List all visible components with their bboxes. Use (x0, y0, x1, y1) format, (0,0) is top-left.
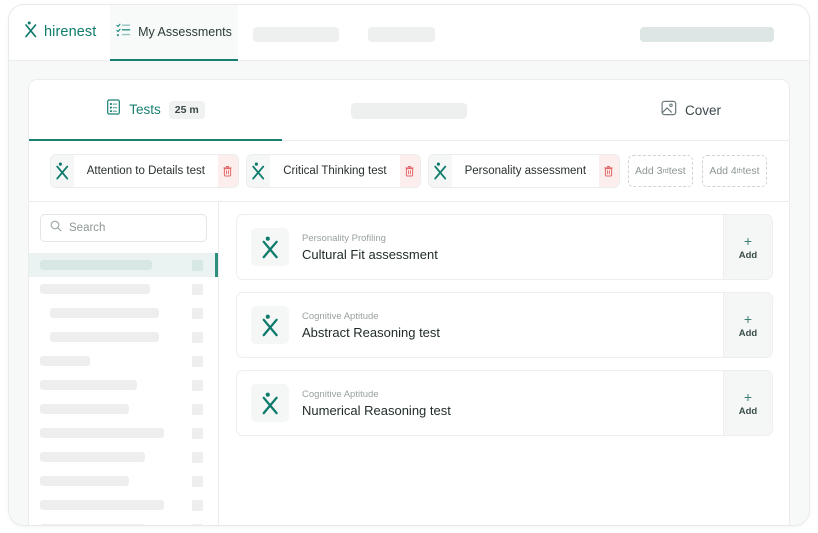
hirenest-logo-mark-icon (51, 155, 74, 187)
hirenest-logo-mark-icon (24, 21, 38, 43)
sidebar-row[interactable] (40, 493, 207, 517)
hirenest-logo-mark-icon (251, 384, 289, 422)
card-body: Cognitive Aptitude Numerical Reasoning t… (237, 371, 723, 435)
section-tab-bar: Tests 25 m Cover (29, 80, 789, 141)
brand-logo[interactable]: hirenest (24, 21, 96, 43)
sidebar-row[interactable] (40, 277, 207, 301)
tests-duration-badge: 25 m (168, 100, 205, 119)
add-test-button[interactable]: + Add (723, 293, 772, 357)
category-sidebar: Search (29, 202, 219, 525)
test-result-card[interactable]: Cognitive Aptitude Numerical Reasoning t… (236, 370, 773, 436)
test-result-card[interactable]: Personality Profiling Cultural Fit asses… (236, 214, 773, 280)
add-third-test-button[interactable]: Add 3rd test (627, 155, 693, 187)
delete-test-button[interactable] (217, 155, 238, 187)
search-placeholder: Search (69, 222, 106, 234)
sidebar-row[interactable] (40, 517, 207, 525)
sidebar-row[interactable] (40, 325, 207, 349)
card-category: Cognitive Aptitude (302, 388, 379, 400)
hirenest-logo-mark-icon (429, 155, 452, 187)
add-test-button[interactable]: + Add (723, 371, 772, 435)
add-slot-prefix: Add 4 (709, 165, 737, 177)
card-title: Cultural Fit assessment (302, 246, 438, 262)
card-text: Cognitive Aptitude Abstract Reasoning te… (302, 311, 440, 340)
card-text: Personality Profiling Cultural Fit asses… (302, 233, 438, 262)
nav-placeholder-2 (368, 27, 435, 42)
tests-icon (106, 99, 121, 120)
card-category: Cognitive Aptitude (302, 310, 379, 322)
sidebar-row[interactable] (40, 445, 207, 469)
delete-test-button[interactable] (399, 155, 421, 187)
test-results-list: Personality Profiling Cultural Fit asses… (219, 202, 789, 525)
sidebar-row[interactable] (40, 349, 207, 373)
add-button-label: Add (738, 405, 758, 417)
plus-icon: + (743, 232, 753, 249)
sidebar-row[interactable] (40, 397, 207, 421)
selected-test-label: Attention to Details test (86, 165, 205, 177)
add-button-label: Add (738, 327, 758, 339)
app-window: hirenest My Assessments Tests 25 m Cover… (8, 4, 810, 526)
sidebar-row[interactable] (40, 373, 207, 397)
plus-icon: + (743, 388, 753, 405)
selected-test-label: Personality assessment (464, 165, 587, 177)
tab-tests-label: Tests (129, 102, 161, 117)
search-icon (50, 219, 62, 237)
nav-tab-label: My Assessments (138, 25, 232, 39)
trash-icon (223, 165, 233, 177)
add-slot-suffix: test (742, 165, 760, 177)
card-body: Personality Profiling Cultural Fit asses… (237, 215, 723, 279)
selected-test-label: Critical Thinking test (283, 165, 387, 177)
selected-test-chip[interactable]: Critical Thinking test (246, 155, 421, 187)
card-category: Personality Profiling (302, 232, 386, 244)
page-body: Tests 25 m Cover Attention to Details te… (9, 61, 809, 525)
hirenest-logo-mark-icon (246, 155, 271, 187)
tab-cover-label: Cover (684, 103, 721, 118)
brand-name: hirenest (44, 24, 97, 40)
hirenest-logo-mark-icon (251, 306, 289, 344)
hirenest-logo-mark-icon (251, 228, 289, 266)
card-text: Cognitive Aptitude Numerical Reasoning t… (302, 389, 451, 418)
add-slot-prefix: Add 3 (635, 165, 663, 177)
card-body: Cognitive Aptitude Abstract Reasoning te… (237, 293, 723, 357)
top-navigation-bar: hirenest My Assessments (9, 5, 809, 61)
search-input[interactable]: Search (40, 214, 207, 242)
sidebar-row[interactable] (40, 301, 207, 325)
add-slot-suffix: test (668, 165, 686, 177)
checklist-icon (116, 22, 131, 42)
add-test-button[interactable]: + Add (723, 215, 772, 279)
selected-tests-row: Attention to Details test Critical Think… (29, 141, 789, 202)
test-result-card[interactable]: Cognitive Aptitude Abstract Reasoning te… (236, 292, 773, 358)
nav-tab-my-assessments[interactable]: My Assessments (110, 5, 238, 61)
content-split: Search Personality Profiling Cultural Fi… (29, 202, 789, 525)
image-icon (661, 100, 677, 121)
tab-placeholder[interactable] (282, 80, 535, 141)
nav-placeholder-3 (640, 27, 774, 42)
delete-test-button[interactable] (599, 155, 619, 187)
trash-icon (604, 165, 614, 177)
add-fourth-test-button[interactable]: Add 4th test (701, 155, 767, 187)
sidebar-row[interactable] (40, 469, 207, 493)
nav-placeholder-1 (253, 27, 339, 42)
selected-test-chip[interactable]: Attention to Details test (51, 155, 238, 187)
selected-test-chip[interactable]: Personality assessment (429, 155, 619, 187)
add-button-label: Add (738, 249, 758, 261)
card-title: Abstract Reasoning test (302, 324, 441, 340)
assessment-panel: Tests 25 m Cover Attention to Details te… (28, 79, 790, 525)
sidebar-row-active[interactable] (29, 253, 218, 277)
tab-placeholder-bar (350, 102, 467, 119)
tab-tests[interactable]: Tests 25 m (29, 80, 282, 141)
plus-icon: + (743, 310, 753, 327)
card-title: Numerical Reasoning test (302, 402, 451, 418)
trash-icon (405, 165, 414, 177)
sidebar-row[interactable] (40, 421, 207, 445)
tab-cover[interactable]: Cover (589, 80, 789, 141)
